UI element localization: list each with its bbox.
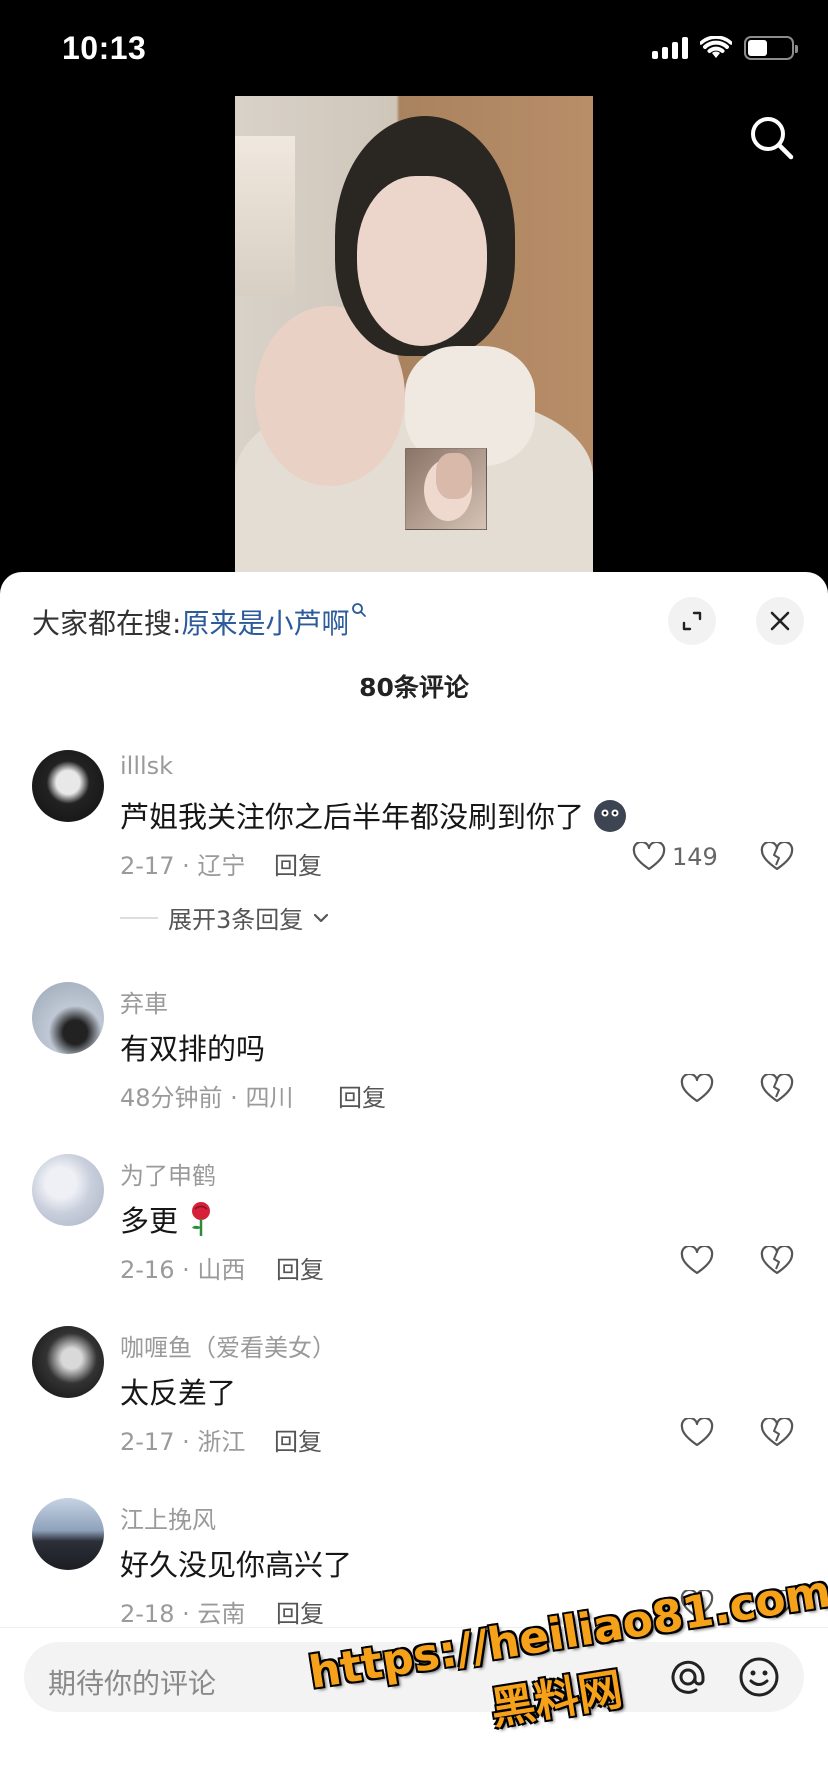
comment-item: 咖喱鱼（爱看美女） 太反差了 2-17 · 浙江 回复 — [0, 1326, 828, 1466]
expand-replies-button[interactable]: 展开3条回复 — [120, 900, 329, 935]
comment-item: 为了申鹤 多更 2-16 · 山西 回复 — [0, 1154, 828, 1294]
reply-button[interactable]: 回复 — [338, 1078, 386, 1113]
status-bar: 10:13 — [0, 0, 828, 90]
heart-icon — [680, 1246, 714, 1275]
reply-button[interactable]: 回复 — [276, 1250, 324, 1285]
expand-button[interactable] — [668, 597, 716, 645]
heart-icon — [680, 1418, 714, 1447]
reply-button[interactable]: 回复 — [276, 1594, 324, 1629]
comment-text: 太反差了 — [120, 1376, 237, 1410]
chevron-down-icon — [314, 913, 329, 922]
avatar[interactable] — [32, 750, 104, 822]
picture-in-picture-thumbnail — [405, 448, 487, 530]
heart-icon — [680, 1590, 714, 1619]
close-icon — [770, 611, 790, 631]
mention-icon[interactable] — [668, 1657, 708, 1697]
rose-emoji-icon — [192, 1202, 211, 1236]
like-button[interactable]: 149 — [632, 842, 718, 872]
cellular-signal-icon — [652, 37, 688, 59]
video-player[interactable] — [0, 90, 828, 578]
comment-input-bar: 期待你的评论 — [0, 1627, 828, 1792]
comment-meta: 2-18 · 云南 — [120, 1600, 246, 1628]
comment-text: 有双排的吗 — [120, 1032, 266, 1066]
dislike-icon[interactable] — [760, 1418, 794, 1448]
suggestion-keyword[interactable]: 原来是小芦啊 — [181, 607, 349, 640]
like-count: 149 — [672, 843, 718, 871]
comment-text: 芦姐我关注你之后半年都没刷到你了 — [120, 794, 628, 836]
heart-icon — [632, 842, 666, 871]
emoji-icon[interactable] — [738, 1656, 780, 1698]
like-button[interactable] — [680, 1590, 714, 1620]
comment-username[interactable]: illlsk — [120, 752, 173, 780]
like-button[interactable] — [680, 1074, 714, 1104]
comment-username[interactable]: 为了申鹤 — [120, 1156, 216, 1191]
expand-icon — [682, 611, 702, 631]
comment-item: 江上挽风 好久没见你高兴了 2-18 · 云南 回复 — [0, 1498, 828, 1638]
reply-button[interactable]: 回复 — [274, 846, 322, 881]
avatar[interactable] — [32, 982, 104, 1054]
comment-meta: 48分钟前 · 四川 — [120, 1084, 294, 1112]
comment-input-placeholder: 期待你的评论 — [48, 1667, 217, 1700]
avatar[interactable] — [32, 1326, 104, 1398]
comment-text: 好久没见你高兴了 — [120, 1548, 353, 1582]
blob-face-emoji-icon — [594, 800, 627, 832]
dislike-icon[interactable] — [760, 842, 794, 872]
comment-item: illlsk 芦姐我关注你之后半年都没刷到你了 2-17 · 辽宁 回复 149… — [0, 750, 828, 950]
avatar[interactable] — [32, 1154, 104, 1226]
dislike-icon[interactable] — [760, 1246, 794, 1276]
comment-meta: 2-17 · 辽宁 — [120, 852, 246, 880]
search-suggestion[interactable]: 大家都在搜:原来是小芦啊 — [32, 602, 367, 642]
like-button[interactable] — [680, 1418, 714, 1448]
status-icons — [652, 36, 798, 60]
dislike-icon[interactable] — [760, 1590, 794, 1620]
comment-count: 80条评论 — [359, 673, 469, 702]
like-button[interactable] — [680, 1246, 714, 1276]
status-time: 10:13 — [62, 30, 147, 66]
comment-text: 多更 — [120, 1198, 216, 1240]
comment-text-body: 芦姐我关注你之后半年都没刷到你了 — [120, 800, 585, 834]
comment-input[interactable]: 期待你的评论 — [24, 1642, 804, 1712]
wifi-icon — [700, 36, 732, 58]
comment-meta: 2-16 · 山西 — [120, 1256, 246, 1284]
heart-icon — [680, 1074, 714, 1103]
reply-button[interactable]: 回复 — [274, 1422, 322, 1457]
dislike-icon[interactable] — [760, 1074, 794, 1104]
comment-username[interactable]: 江上挽风 — [120, 1500, 216, 1535]
comment-username[interactable]: 弃車 — [120, 984, 168, 1019]
suggestion-prefix: 大家都在搜: — [32, 607, 182, 640]
avatar[interactable] — [32, 1498, 104, 1570]
search-icon[interactable] — [746, 112, 798, 164]
comment-text-body: 多更 — [120, 1204, 179, 1238]
comment-meta: 2-17 · 浙江 — [120, 1428, 246, 1456]
comment-item: 弃車 有双排的吗 48分钟前 · 四川 回复 — [0, 982, 828, 1122]
comment-username[interactable]: 咖喱鱼（爱看美女） — [120, 1328, 336, 1363]
input-actions — [668, 1656, 780, 1698]
battery-icon — [744, 36, 798, 60]
comment-sheet: 大家都在搜:原来是小芦啊 80条评论 illlsk 芦姐我关注你之后半年都没刷到… — [0, 572, 828, 1792]
close-button[interactable] — [756, 597, 804, 645]
search-icon — [352, 603, 367, 617]
expand-replies-label: 展开3条回复 — [168, 906, 304, 934]
